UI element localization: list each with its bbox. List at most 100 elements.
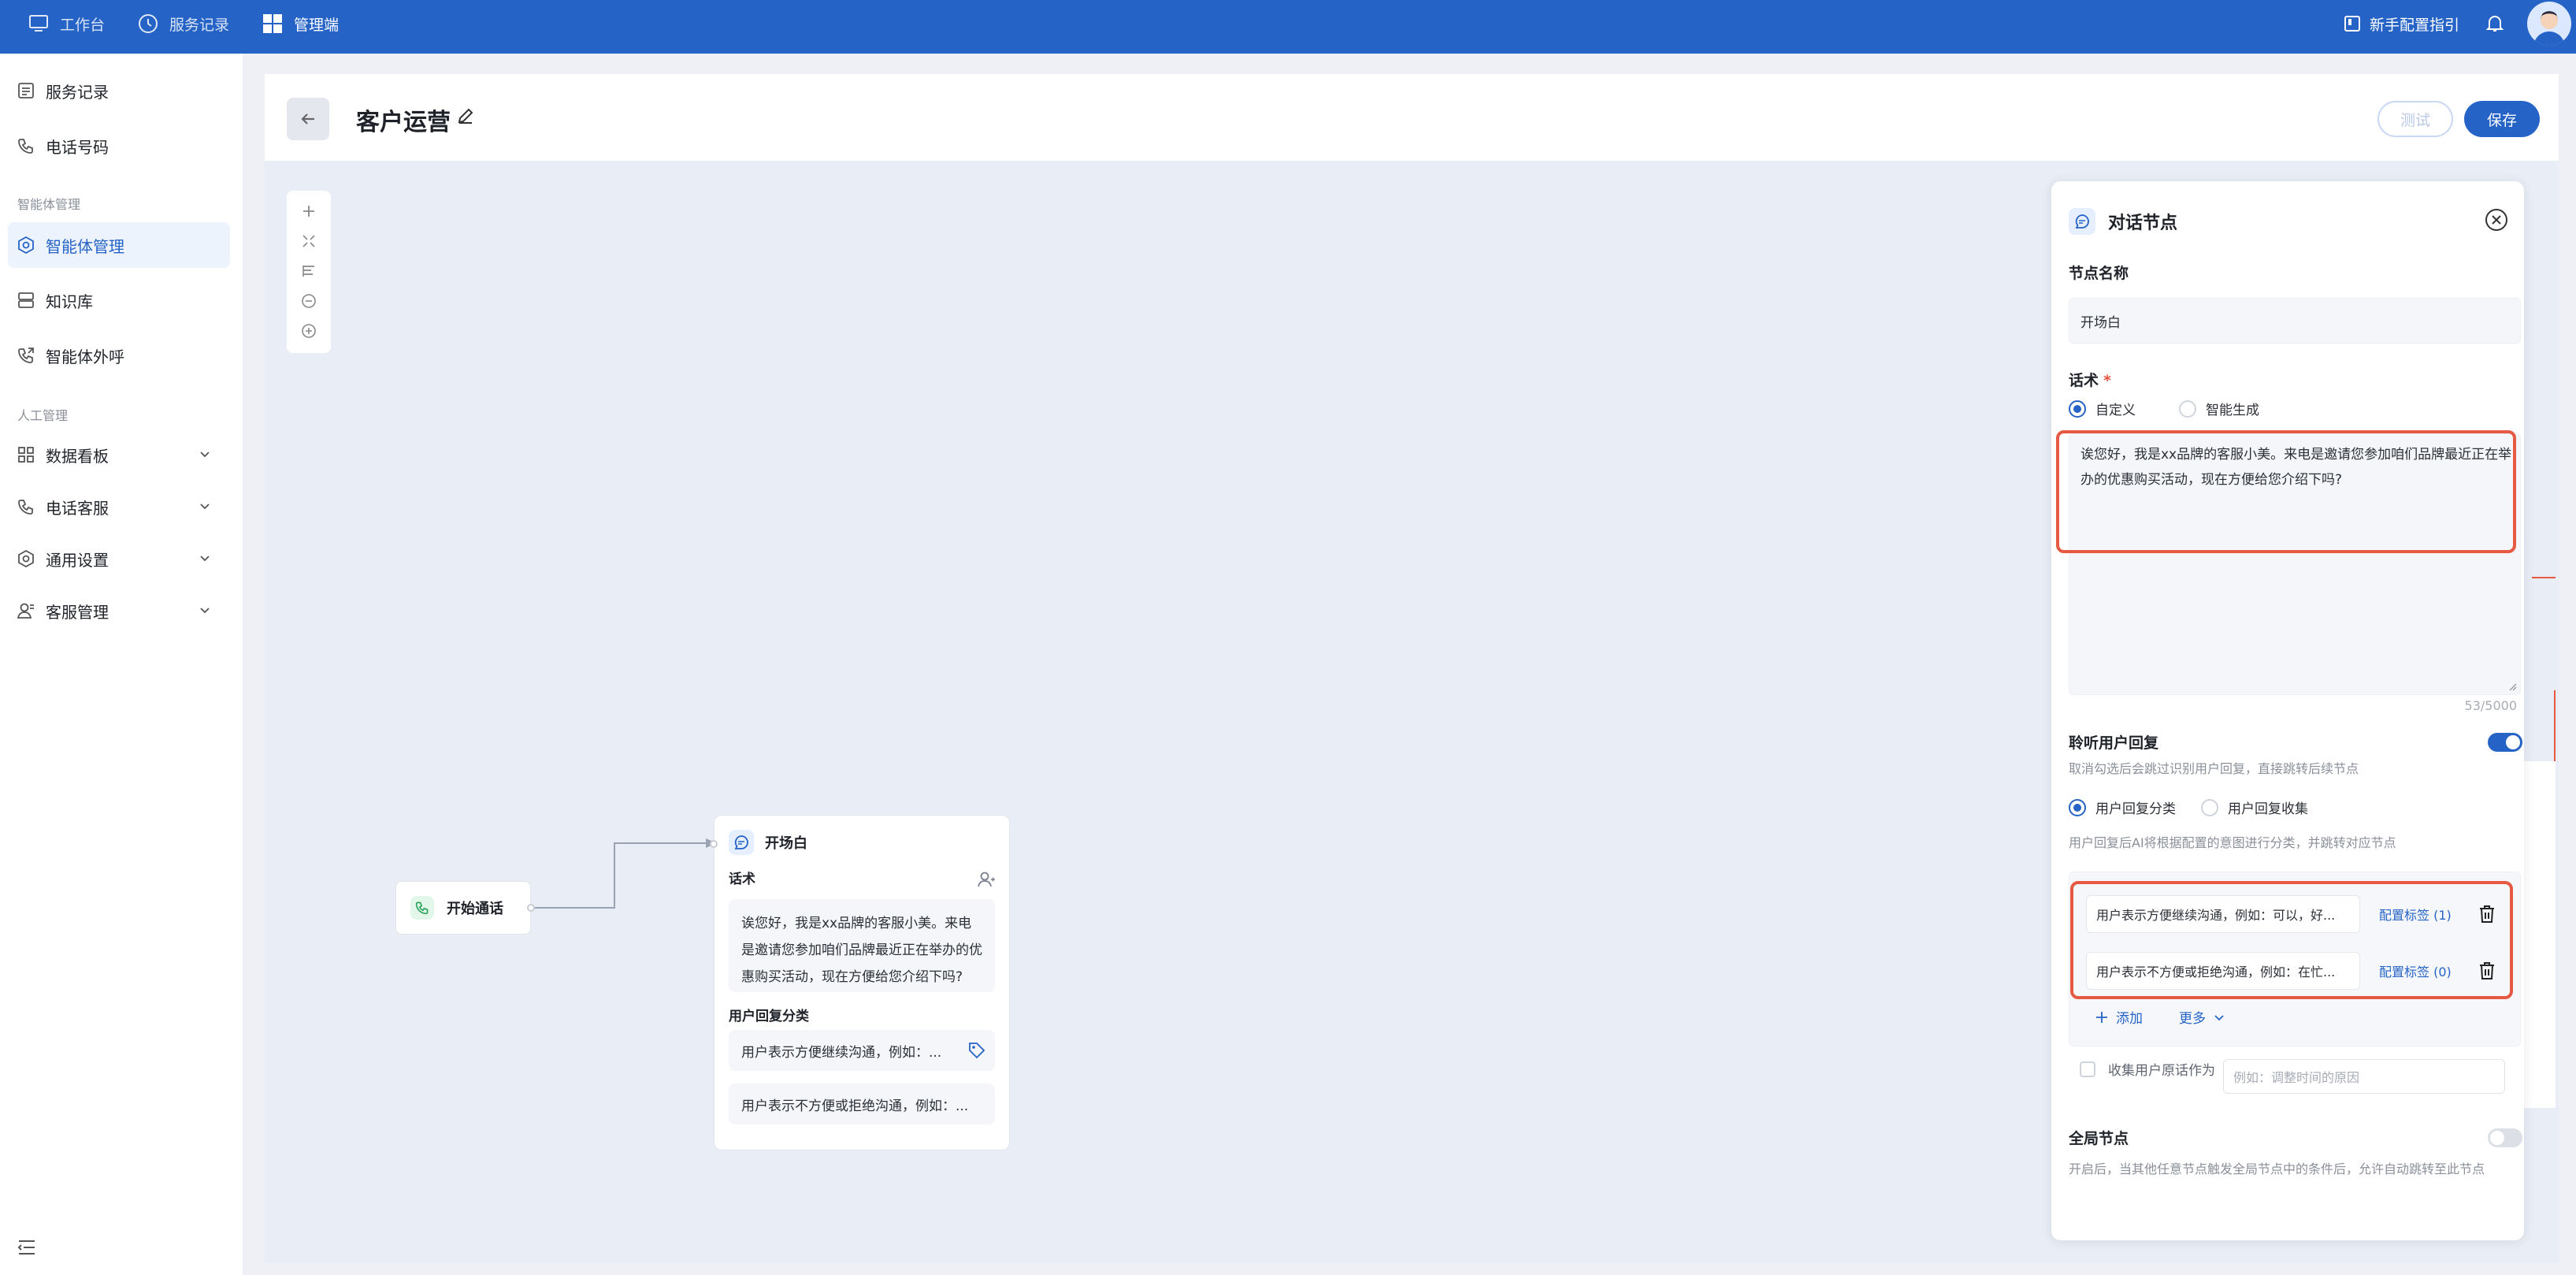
intent-actions: 添加 更多	[2095, 1007, 2225, 1027]
phone-icon	[18, 500, 33, 515]
script-mode-ai[interactable]: 智能生成	[2179, 399, 2259, 418]
start-call-node[interactable]: 开始通话	[395, 881, 531, 935]
user-settings-icon[interactable]	[978, 871, 997, 891]
edge-start-to-open	[531, 838, 717, 909]
sidebar-item-label: 数据看板	[46, 446, 109, 466]
highlight-box-intents	[2070, 881, 2513, 999]
collect-checkbox[interactable]	[2080, 1061, 2095, 1077]
sidebar-item-phone-service[interactable]: 电话客服	[8, 484, 230, 530]
panel-title: 对话节点	[2108, 214, 2178, 233]
sidebar-item-dashboard[interactable]: 数据看板	[8, 432, 230, 478]
opening-node-intent[interactable]: 用户表示方便继续沟通，例如：...	[729, 1030, 995, 1071]
listen-toggle[interactable]	[2488, 733, 2522, 752]
radio-selected[interactable]	[2069, 798, 2086, 816]
required-mark: *	[2103, 372, 2111, 389]
sidebar-item-agent-management[interactable]: 智能体管理	[8, 222, 230, 268]
phone-icon	[410, 896, 434, 920]
radio-unselected[interactable]	[2201, 798, 2218, 816]
char-count: 53/5000	[2464, 698, 2517, 713]
start-node-label: 开始通话	[447, 901, 503, 917]
nav-workbench[interactable]: 工作台	[28, 13, 105, 35]
sidebar-item-general-settings[interactable]: 通用设置	[8, 536, 230, 582]
document-icon	[18, 83, 34, 99]
save-button[interactable]: 保存	[2464, 101, 2540, 137]
tag-icon[interactable]	[968, 1042, 985, 1063]
hidden-edge-fragment	[2554, 690, 2556, 761]
top-nav: 工作台 服务记录 管理端	[28, 0, 372, 47]
zoom-out-icon[interactable]	[298, 290, 320, 312]
opening-node-title: 开场白	[765, 835, 807, 852]
collect-label: 收集用户原话作为	[2108, 1063, 2215, 1079]
chevron-down-icon	[200, 452, 210, 458]
opening-node-script-label: 话术	[729, 872, 755, 887]
guide-link[interactable]: 新手配置指引	[2344, 13, 2459, 35]
reply-mode-collect[interactable]: 用户回复收集	[2201, 797, 2308, 817]
grid-icon	[263, 14, 283, 33]
radio-unselected[interactable]	[2179, 400, 2196, 418]
chevron-down-icon	[200, 504, 210, 510]
global-node-toggle[interactable]	[2488, 1128, 2522, 1147]
script-mode-label: 自定义	[2095, 403, 2136, 418]
reply-mode-classify[interactable]: 用户回复分类	[2069, 797, 2176, 817]
start-node-handle[interactable]	[527, 904, 535, 912]
chevron-down-icon	[200, 556, 210, 562]
sidebar-item-knowledge-base[interactable]: 知识库	[8, 277, 230, 323]
collapse-sidebar-icon[interactable]	[17, 1239, 36, 1259]
sidebar-item-agent-management-cs[interactable]: 客服管理	[8, 588, 230, 634]
opening-node-intent[interactable]: 用户表示不方便或拒绝沟通，例如：...	[729, 1084, 995, 1124]
intent-text: 用户表示方便继续沟通，例如：...	[741, 1044, 942, 1061]
reply-mode-label: 用户回复分类	[2095, 801, 2176, 817]
sidebar-item-label: 电话号码	[46, 137, 109, 157]
back-button[interactable]	[287, 98, 329, 140]
radio-selected[interactable]	[2069, 400, 2086, 418]
arrow-left-icon	[301, 113, 314, 125]
guide-label: 新手配置指引	[2369, 16, 2459, 34]
chat-bubble-icon	[2069, 208, 2095, 235]
opening-node-intent-label: 用户回复分类	[729, 1009, 809, 1024]
nav-admin-label: 管理端	[294, 16, 340, 34]
avatar[interactable]	[2527, 2, 2571, 46]
nav-service-records[interactable]: 服务记录	[138, 13, 229, 35]
sidebar-item-label: 电话客服	[46, 498, 109, 518]
more-dropdown[interactable]: 更多	[2179, 1007, 2225, 1027]
script-mode-custom[interactable]: 自定义	[2069, 399, 2136, 418]
opening-node[interactable]: 开场白 话术 诶您好，我是xx品牌的客服小美。来电是邀请您参加咱们品牌最近正在举…	[714, 815, 1010, 1150]
fit-view-icon[interactable]	[298, 230, 320, 252]
sidebar-item-label: 智能体外呼	[46, 347, 124, 366]
add-node-icon[interactable]	[298, 200, 320, 222]
phone-outbound-icon	[18, 348, 34, 363]
opening-node-handle[interactable]	[710, 840, 718, 848]
plus-icon	[2096, 1011, 2107, 1023]
listen-label: 聆听用户回复	[2069, 734, 2159, 752]
sidebar-item-agent-outbound[interactable]: 智能体外呼	[8, 333, 230, 378]
opening-node-script: 诶您好，我是xx品牌的客服小美。来电是邀请您参加咱们品牌最近正在举办的优惠购买活…	[729, 899, 995, 992]
add-label: 添加	[2116, 1011, 2143, 1027]
sidebar-item-phone-numbers[interactable]: 电话号码	[8, 123, 230, 169]
close-icon[interactable]	[2485, 208, 2508, 235]
node-name-input[interactable]: 开场白	[2069, 298, 2521, 344]
bell-icon[interactable]	[2486, 14, 2504, 33]
test-button[interactable]: 测试	[2377, 101, 2453, 137]
zoom-in-icon[interactable]	[298, 320, 320, 342]
gear-icon	[18, 550, 34, 567]
flow-header: 客户运营 测试 保存	[265, 74, 2559, 161]
sidebar: 服务记录 电话号码 智能体管理 智能体管理 知识库 智能体外呼 人工管理 数据看…	[0, 54, 243, 1275]
script-label: 话术 *	[2069, 369, 2111, 390]
intent-text: 用户表示不方便或拒绝沟通，例如：...	[741, 1098, 969, 1114]
nav-admin[interactable]: 管理端	[262, 13, 339, 35]
nav-service-records-label: 服务记录	[169, 16, 230, 34]
auto-layout-icon[interactable]	[298, 260, 320, 282]
chevron-down-icon	[2214, 1014, 2224, 1020]
edit-title-icon[interactable]	[457, 107, 474, 128]
reply-mode-label: 用户回复收集	[2228, 801, 2308, 817]
collect-input[interactable]: 例如：调整时间的原因	[2223, 1059, 2505, 1094]
chevron-down-icon	[200, 608, 210, 614]
top-bar: 工作台 服务记录 管理端 新手配置指引	[0, 0, 2576, 54]
script-mode-label: 智能生成	[2206, 403, 2259, 418]
resize-handle-icon[interactable]	[2507, 682, 2517, 691]
collect-option[interactable]: 收集用户原话作为	[2080, 1059, 2215, 1079]
sidebar-item-service-records[interactable]: 服务记录	[8, 68, 230, 113]
add-intent-button[interactable]: 添加	[2095, 1007, 2143, 1027]
hidden-node-fragment	[2524, 761, 2556, 1108]
phone-icon	[18, 139, 33, 154]
